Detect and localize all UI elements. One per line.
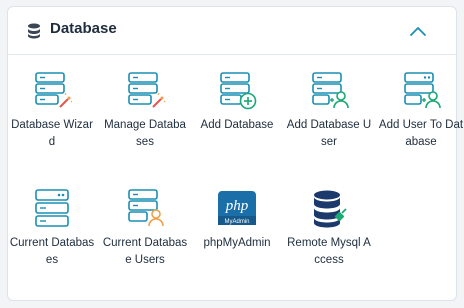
add-user-to-database-icon xyxy=(404,72,441,109)
database-wizard-icon xyxy=(35,72,73,108)
tile-label: Remote Mysql Access xyxy=(287,237,371,266)
phpmyadmin-logo-text: php xyxy=(225,198,249,214)
phpmyadmin-icon: php MyAdmin xyxy=(218,191,256,225)
tile-add-database-user[interactable]: Add Database User xyxy=(286,71,372,151)
add-database-icon xyxy=(220,72,257,110)
tile-add-database[interactable]: Add Database xyxy=(194,71,280,134)
chevron-up-icon[interactable] xyxy=(406,21,430,41)
current-database-users-icon xyxy=(128,189,164,227)
tile-remote-mysql-access[interactable]: Remote Mysql Access xyxy=(286,189,372,269)
tile-label: Database Wizard xyxy=(11,119,93,148)
database-icon xyxy=(28,23,40,39)
tile-phpmyadmin[interactable]: php MyAdmin phpMyAdmin xyxy=(194,189,280,252)
tile-label: Add Database xyxy=(200,119,274,131)
tile-manage-databases[interactable]: Manage Databases xyxy=(102,71,188,151)
add-database-user-icon xyxy=(312,72,349,109)
tile-database-wizard[interactable]: Database Wizard xyxy=(9,71,95,151)
manage-databases-icon xyxy=(128,72,166,108)
current-databases-icon xyxy=(35,189,69,227)
panel-title: Database xyxy=(50,20,117,37)
database-panel: Database Database Wizard Manage Database… xyxy=(7,6,463,301)
tile-current-databases[interactable]: Current Databases xyxy=(9,189,95,269)
tile-label: Add User To Database xyxy=(378,119,464,148)
panel-header: Database xyxy=(8,7,456,55)
tile-label: Current Databases xyxy=(9,237,95,266)
remote-mysql-access-icon xyxy=(314,190,347,228)
phpmyadmin-logo-subtext: MyAdmin xyxy=(224,219,249,225)
tile-label: phpMyAdmin xyxy=(203,237,271,249)
tile-label: Current Database Users xyxy=(102,237,188,266)
tile-current-database-users[interactable]: Current Database Users xyxy=(102,189,188,269)
tile-add-user-to-database[interactable]: Add User To Database xyxy=(378,71,464,151)
tile-label: Manage Databases xyxy=(104,119,186,148)
tile-label: Add Database User xyxy=(286,119,372,148)
